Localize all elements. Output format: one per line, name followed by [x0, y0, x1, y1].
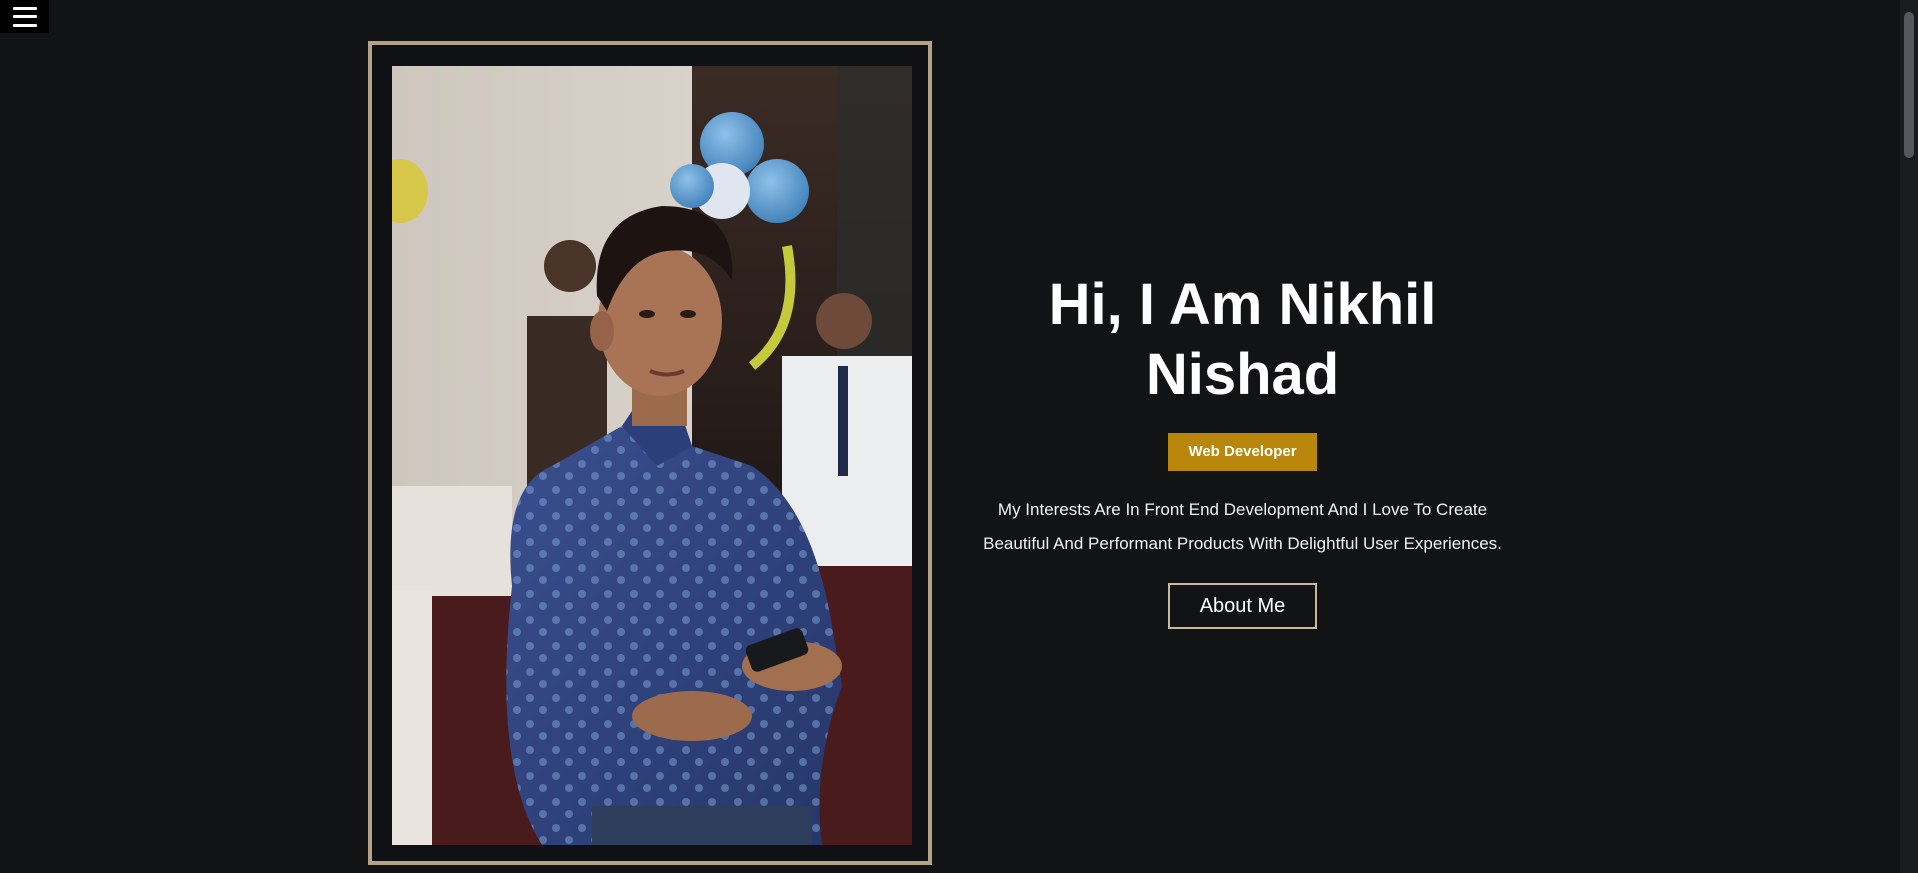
hero-description: My Interests Are In Front End Developmen…	[940, 493, 1545, 561]
hero-title: Hi, I Am Nikhil Nishad	[940, 270, 1545, 410]
profile-photo-frame	[368, 41, 932, 865]
scrollbar-thumb[interactable]	[1904, 12, 1914, 158]
about-me-button[interactable]: About Me	[1167, 583, 1318, 629]
profile-photo	[392, 66, 912, 845]
hero-title-line2: Nishad	[1145, 342, 1340, 407]
portfolio-page: Hi, I Am Nikhil Nishad Web Developer My …	[0, 0, 1918, 873]
hamburger-menu-icon	[12, 6, 37, 27]
role-badge: Web Developer	[1168, 433, 1317, 471]
hero-description-line1: My Interests Are In Front End Developmen…	[997, 500, 1488, 519]
hero-description-line2: Beautiful And Performant Products With D…	[983, 534, 1502, 553]
hamburger-menu-button[interactable]	[0, 0, 49, 33]
page-scrollbar[interactable]	[1900, 0, 1918, 873]
hero-title-line1: Hi, I Am Nikhil	[1048, 272, 1437, 337]
hero-section: Hi, I Am Nikhil Nishad Web Developer My …	[940, 270, 1545, 629]
